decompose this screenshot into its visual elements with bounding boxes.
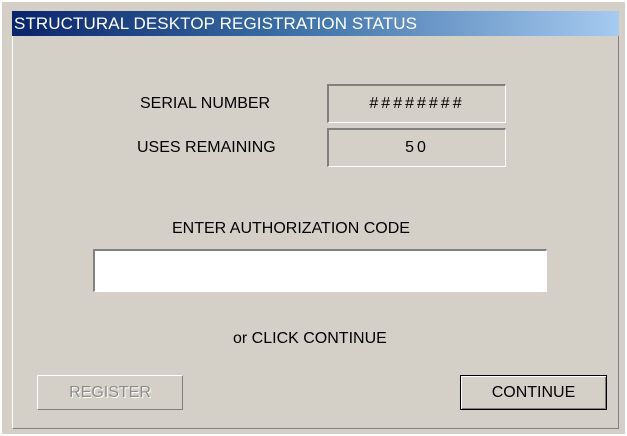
registration-dialog: STRUCTURAL DESKTOP REGISTRATION STATUS S… xyxy=(0,0,627,436)
authorization-code-input[interactable] xyxy=(93,249,547,292)
uses-remaining-field: 50 xyxy=(327,128,506,167)
authorization-prompt: ENTER AUTHORIZATION CODE xyxy=(172,220,410,237)
register-button[interactable]: REGISTER xyxy=(37,375,183,410)
uses-remaining-label: USES REMAINING xyxy=(137,139,276,156)
serial-number-label: SERIAL NUMBER xyxy=(140,95,271,112)
continue-hint: or CLICK CONTINUE xyxy=(233,330,387,347)
serial-number-value: ######## xyxy=(369,95,465,112)
continue-button[interactable]: CONTINUE xyxy=(460,375,607,410)
serial-number-field: ######## xyxy=(327,84,506,123)
window-title: STRUCTURAL DESKTOP REGISTRATION STATUS xyxy=(12,11,619,36)
uses-remaining-value: 50 xyxy=(405,139,429,156)
